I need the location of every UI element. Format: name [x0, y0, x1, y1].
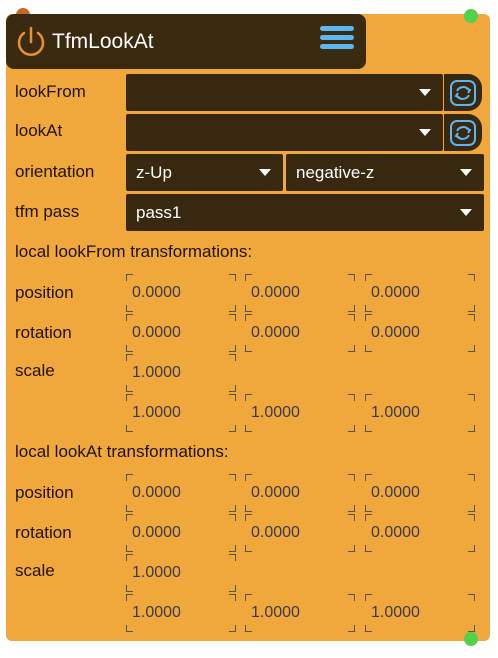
output-port-bottom[interactable]: [464, 632, 478, 646]
lookfrom-rotation-x[interactable]: 0.0000: [126, 314, 236, 352]
lookat-scale-uniform[interactable]: 1.0000: [126, 554, 236, 592]
lookfrom-scale-y[interactable]: 1.0000: [245, 394, 355, 432]
lookfrom-rotation-y[interactable]: 0.0000: [245, 314, 355, 352]
lookfrom-scale-label: scale: [15, 361, 55, 380]
lookfrom-position-z[interactable]: 0.0000: [365, 274, 475, 312]
lookat-rotation-y[interactable]: 0.0000: [245, 514, 355, 552]
node-title: TfmLookAt: [52, 30, 154, 53]
lookat-select[interactable]: [126, 114, 443, 151]
orientation-axis-value: negative-z: [296, 163, 375, 182]
lookfrom-scale-z[interactable]: 1.0000: [365, 394, 475, 432]
orientation-up-select[interactable]: z-Up: [126, 154, 283, 191]
lookat-label: lookAt: [15, 121, 63, 140]
lookfrom-refresh-button[interactable]: [444, 74, 482, 111]
orientation-up-value: z-Up: [136, 163, 172, 182]
lookat-rotation-label: rotation: [15, 523, 72, 542]
lookfrom-position-x[interactable]: 0.0000: [126, 274, 236, 312]
lookat-scale-z[interactable]: 1.0000: [365, 594, 475, 632]
lookfrom-scale-uniform[interactable]: 1.0000: [126, 354, 236, 392]
tfm-pass-value: pass1: [136, 203, 182, 222]
lookfrom-select[interactable]: [126, 74, 443, 111]
orientation-label: orientation: [15, 162, 95, 181]
chevron-down-icon: [460, 169, 472, 176]
lookfrom-scale-x[interactable]: 1.0000: [126, 394, 236, 432]
lookat-scale-y[interactable]: 1.0000: [245, 594, 355, 632]
lookfrom-position-label: position: [15, 283, 74, 302]
chevron-down-icon: [419, 89, 431, 96]
lookat-position-y[interactable]: 0.0000: [245, 474, 355, 512]
lookat-position-z[interactable]: 0.0000: [365, 474, 475, 512]
hamburger-menu-icon[interactable]: [320, 26, 354, 54]
chevron-down-icon: [460, 209, 472, 216]
lookat-rotation-z[interactable]: 0.0000: [365, 514, 475, 552]
output-port-top[interactable]: [464, 9, 478, 23]
lookfrom-transform-heading: local lookFrom transformations:: [15, 242, 253, 261]
lookat-position-x[interactable]: 0.0000: [126, 474, 236, 512]
lookat-scale-x[interactable]: 1.0000: [126, 594, 236, 632]
lookfrom-rotation-label: rotation: [15, 323, 72, 342]
power-icon[interactable]: [14, 25, 48, 59]
lookat-transform-heading: local lookAt transformations:: [15, 442, 229, 461]
chevron-down-icon: [259, 169, 271, 176]
tfm-pass-label: tfm pass: [15, 202, 80, 221]
lookfrom-position-y[interactable]: 0.0000: [245, 274, 355, 312]
lookfrom-label: lookFrom: [15, 82, 86, 101]
orientation-axis-select[interactable]: negative-z: [286, 154, 484, 191]
chevron-down-icon: [419, 129, 431, 136]
lookat-position-label: position: [15, 483, 74, 502]
lookat-rotation-x[interactable]: 0.0000: [126, 514, 236, 552]
tfm-pass-select[interactable]: pass1: [126, 194, 484, 231]
refresh-icon: [450, 120, 476, 146]
refresh-icon: [450, 80, 476, 106]
lookfrom-rotation-z[interactable]: 0.0000: [365, 314, 475, 352]
lookat-scale-label: scale: [15, 561, 55, 580]
lookat-refresh-button[interactable]: [444, 114, 482, 151]
